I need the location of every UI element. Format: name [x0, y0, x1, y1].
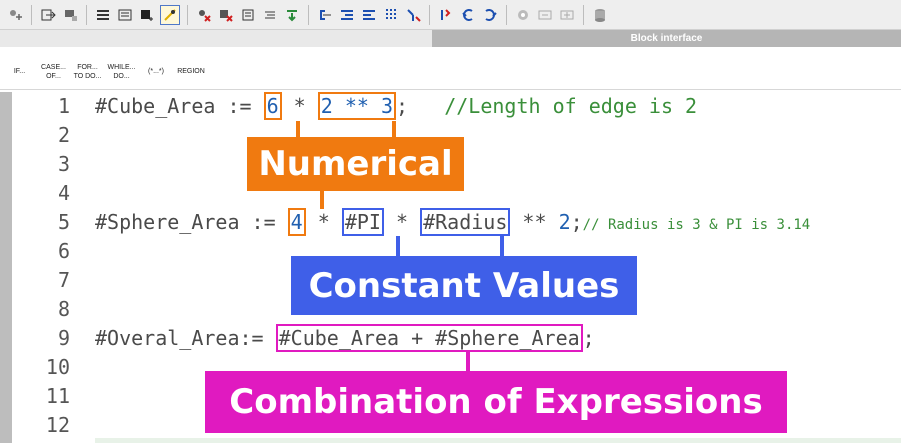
constant-token: #Radius — [420, 208, 511, 236]
operator-token: := — [239, 326, 276, 350]
editor-margin — [0, 92, 12, 443]
keyword-while-button[interactable]: WHILE... DO... — [106, 57, 137, 87]
semicolon-token: ; — [396, 94, 409, 118]
operator-token: := — [215, 94, 264, 118]
cycle-icon[interactable] — [536, 6, 554, 24]
keyword-comment-button[interactable]: (*...*) — [140, 57, 172, 87]
block-interface-bar: Block interface — [0, 30, 901, 47]
current-line-highlight — [95, 438, 901, 443]
keyword-if-button[interactable]: IF... — [4, 57, 35, 87]
toolbar-separator — [187, 4, 188, 25]
block-interface-label[interactable]: Block interface — [432, 30, 901, 47]
outdent-icon[interactable] — [338, 6, 356, 24]
line-number: 6 — [57, 239, 70, 263]
line-number: 7 — [57, 268, 70, 292]
number-token: 3 — [380, 94, 394, 118]
line-number: 12 — [45, 413, 70, 437]
operator-token: := — [239, 210, 288, 234]
watch-icon[interactable] — [514, 6, 532, 24]
number-expression: 2 ** 3 — [317, 92, 397, 120]
breakpoint-set-icon[interactable] — [160, 4, 180, 25]
code-line-1[interactable]: #Cube_Area := 6 * 2 ** 3; //Length of ed… — [95, 92, 901, 120]
code-line-9[interactable]: #Overal_Area:= #Cube_Area + #Sphere_Area… — [95, 324, 901, 352]
combination-label: Combination of Expressions — [205, 371, 787, 433]
keyword-region-button[interactable]: REGION — [175, 57, 207, 87]
operator-token: * — [281, 94, 318, 118]
operator-token: ** — [510, 210, 559, 234]
combined-expression: #Cube_Area + #Sphere_Area — [275, 324, 583, 352]
toolbar-separator — [429, 4, 430, 25]
monitor-icon[interactable] — [61, 6, 79, 24]
connector — [466, 352, 470, 371]
connector — [296, 121, 300, 137]
breakpoint-remove-icon[interactable] — [195, 6, 213, 24]
toolbar-separator — [31, 4, 32, 25]
toolbar-separator — [86, 4, 87, 25]
line-number: 2 — [57, 123, 70, 147]
step-icon[interactable] — [404, 6, 422, 24]
bookmark-icon[interactable] — [138, 6, 156, 24]
line-number: 10 — [45, 355, 70, 379]
toggle-icon[interactable] — [382, 6, 400, 24]
keyword-case-button[interactable]: CASE... OF... — [38, 57, 69, 87]
toolbar-separator — [308, 4, 309, 25]
indent-icon[interactable] — [316, 6, 334, 24]
connector — [396, 236, 400, 256]
code-line-5[interactable]: #Sphere_Area := 4 * #PI * #Radius ** 2;/… — [95, 208, 901, 236]
goto-icon[interactable] — [39, 6, 57, 24]
breakpoint-clear-icon[interactable] — [217, 6, 235, 24]
variable-token: #Cube_Area — [278, 326, 400, 350]
forward-icon[interactable] — [481, 6, 499, 24]
variable-token: #Cube_Area — [95, 94, 216, 118]
call-icon[interactable] — [116, 6, 134, 24]
operator-token: ** — [332, 94, 381, 118]
variable-token: #Overal_Area — [95, 326, 240, 350]
line-number: 3 — [57, 152, 70, 176]
number-token: 4 — [287, 208, 306, 236]
line-number: 1 — [57, 94, 70, 118]
editor-toolbar — [0, 0, 901, 30]
comment-token: //Length of edge is 2 — [408, 94, 698, 118]
operator-token: + — [399, 326, 436, 350]
back-icon[interactable] — [459, 6, 477, 24]
comment-icon[interactable] — [239, 6, 257, 24]
hide-icon[interactable] — [558, 6, 576, 24]
connector — [320, 191, 324, 209]
toolbar-separator — [506, 4, 507, 25]
line-number: 9 — [57, 326, 70, 350]
format-icon[interactable] — [261, 6, 279, 24]
constant-values-label: Constant Values — [291, 256, 637, 315]
operator-token: * — [305, 210, 342, 234]
semicolon-token: ; — [570, 210, 583, 234]
number-token: 2 — [320, 94, 333, 118]
keyword-for-button[interactable]: FOR... TO DO... — [72, 57, 103, 87]
constant-token: #PI — [341, 208, 384, 236]
variable-token: #Sphere_Area — [435, 326, 580, 350]
numerical-label: Numerical — [247, 137, 464, 191]
align-icon[interactable] — [360, 6, 378, 24]
insert-icon[interactable] — [6, 6, 24, 24]
toolbar-separator — [583, 4, 584, 25]
keyword-toolbar: IF... CASE... OF... FOR... TO DO... WHIL… — [0, 54, 901, 90]
line-number: 11 — [45, 384, 70, 408]
db-icon[interactable] — [591, 6, 609, 24]
line-number: 4 — [57, 181, 70, 205]
number-token: 2 — [558, 210, 571, 234]
line-number: 8 — [57, 297, 70, 321]
semicolon-token: ; — [582, 326, 595, 350]
line-number: 5 — [57, 210, 70, 234]
number-token: 6 — [263, 92, 282, 120]
connector — [392, 121, 396, 137]
operator-token: * — [383, 210, 421, 234]
connector — [500, 236, 504, 256]
run-icon[interactable] — [437, 6, 455, 24]
variable-token: #Sphere_Area — [95, 210, 240, 234]
list-icon[interactable] — [94, 6, 112, 24]
download-icon[interactable] — [283, 6, 301, 24]
comment-token: // Radius is 3 & PI is 3.14 — [582, 217, 811, 233]
